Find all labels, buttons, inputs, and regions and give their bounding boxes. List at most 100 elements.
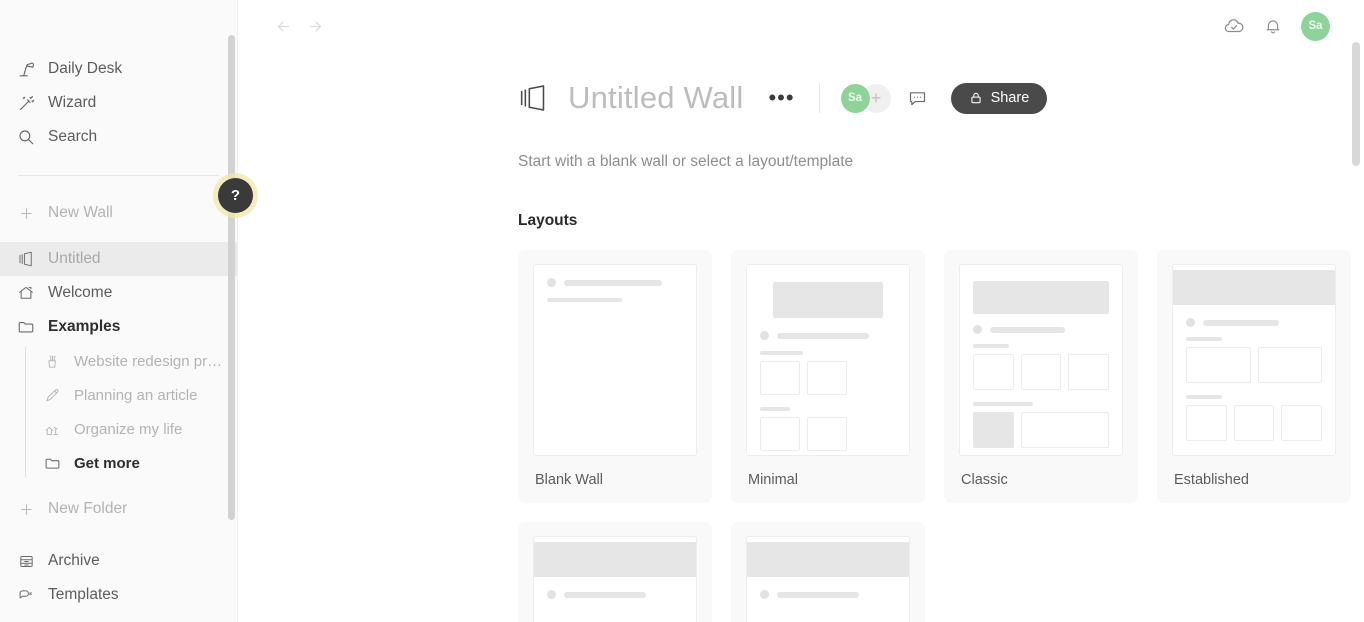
sidebar-item-planning-article[interactable]: Planning an article xyxy=(25,378,237,412)
sidebar-item-welcome[interactable]: Welcome xyxy=(0,276,237,310)
comment-icon[interactable] xyxy=(907,88,928,109)
placeholder-subline xyxy=(973,402,1033,406)
placeholder-subline xyxy=(547,298,622,302)
sidebar-item-wizard[interactable]: Wizard xyxy=(0,86,237,120)
layouts-grid: Blank Wall Minimal Classic Established xyxy=(238,250,1364,622)
layout-card-partial-b[interactable] xyxy=(731,522,925,622)
sidebar-item-new-wall[interactable]: New Wall xyxy=(0,196,237,230)
placeholder-dot xyxy=(973,325,982,334)
layout-card-classic[interactable]: Classic xyxy=(944,250,1138,503)
share-button[interactable]: Share xyxy=(950,82,1048,114)
page-title[interactable]: Untitled Wall xyxy=(568,80,743,116)
placeholder-banner xyxy=(773,282,883,318)
layout-thumbnail xyxy=(959,264,1123,456)
topbar: Sa xyxy=(238,0,1364,52)
sidebar-item-new-folder[interactable]: New Folder xyxy=(0,492,237,526)
placeholder-box-row xyxy=(973,354,1110,390)
thumbnail-body xyxy=(747,577,909,599)
folder-icon xyxy=(16,317,36,337)
placeholder-heading-row xyxy=(547,590,683,599)
placeholder-line xyxy=(564,591,646,598)
page-scrollbar-thumb[interactable] xyxy=(1352,42,1360,166)
magic-wand-icon xyxy=(16,93,36,113)
layout-card-label: Blank Wall xyxy=(535,472,603,488)
placeholder-box-row xyxy=(973,412,1109,448)
layout-card-minimal[interactable]: Minimal xyxy=(731,250,925,503)
house-icon xyxy=(16,283,36,303)
placeholder-dot xyxy=(547,278,556,287)
share-button-label: Share xyxy=(990,90,1030,106)
sidebar-folder-examples[interactable]: Examples xyxy=(0,310,237,344)
sidebar-item-untitled[interactable]: Untitled xyxy=(0,242,237,276)
bell-icon[interactable] xyxy=(1263,16,1283,36)
archive-icon xyxy=(16,551,36,571)
placeholder-box-row xyxy=(1186,405,1323,441)
sidebar-item-organize-my-life[interactable]: Organize my life xyxy=(25,412,237,446)
thumbnail-body xyxy=(1173,305,1335,441)
desk-lamp-icon xyxy=(16,59,36,79)
sidebar-item-search[interactable]: Search xyxy=(0,120,237,154)
placeholder-box xyxy=(1020,412,1109,448)
lock-icon xyxy=(969,91,983,105)
sidebar-item-website-redesign[interactable]: Website redesign proj... xyxy=(25,344,237,378)
placeholder-box xyxy=(1186,405,1227,441)
placeholder-dot xyxy=(760,590,769,599)
layout-card-partial-a[interactable] xyxy=(518,522,712,622)
placeholder-box xyxy=(1257,347,1322,383)
placeholder-line xyxy=(1203,319,1279,326)
placeholder-banner xyxy=(1173,270,1335,305)
help-button[interactable]: ? xyxy=(218,178,253,213)
sidebar-item-daily-desk[interactable]: Daily Desk xyxy=(0,52,237,86)
arrow-right-icon[interactable] xyxy=(306,17,324,35)
folder-icon xyxy=(42,453,62,473)
sidebar-item-label: Search xyxy=(48,128,98,145)
layout-card-label: Classic xyxy=(961,472,1008,488)
placeholder-subline xyxy=(1186,395,1222,399)
layout-thumbnail xyxy=(746,264,910,456)
sidebar-item-archive[interactable]: Archive xyxy=(0,544,237,578)
topbar-actions: Sa xyxy=(1223,11,1330,41)
placeholder-box-filled xyxy=(973,412,1014,448)
placeholder-box xyxy=(1281,405,1323,441)
arrow-left-icon[interactable] xyxy=(274,17,292,35)
avatar[interactable]: Sa xyxy=(840,83,870,113)
collaborators: Sa + xyxy=(840,83,891,113)
app-root: Daily Desk Wizard Search New Wall Untitl… xyxy=(0,0,1364,622)
layout-thumbnail xyxy=(533,536,697,622)
sidebar-item-label: Planning an article xyxy=(74,386,198,404)
placeholder-line xyxy=(777,591,859,598)
placeholder-heading-row xyxy=(760,331,896,340)
search-icon xyxy=(16,127,36,147)
cloud-check-icon[interactable] xyxy=(1223,15,1245,37)
layout-card-blank-wall[interactable]: Blank Wall xyxy=(518,250,712,503)
plus-icon xyxy=(16,499,36,519)
pencil-icon xyxy=(42,385,62,405)
plus-icon xyxy=(16,203,36,223)
avatar[interactable]: Sa xyxy=(1301,11,1330,41)
placeholder-dot xyxy=(760,331,769,340)
placeholder-subline xyxy=(973,344,1009,348)
sidebar-item-label: New Folder xyxy=(48,500,128,517)
layout-card-established[interactable]: Established xyxy=(1157,250,1351,503)
start-hint-text: Start with a blank wall or select a layo… xyxy=(518,153,854,170)
header-divider xyxy=(818,83,820,113)
placeholder-box-row xyxy=(1186,347,1322,383)
sidebar-folder-children: Website redesign proj... Planning an art… xyxy=(25,344,237,480)
placeholder-box-row xyxy=(760,417,896,451)
placeholder-box xyxy=(760,361,800,395)
templates-icon xyxy=(16,585,36,605)
layout-thumbnail xyxy=(746,536,910,622)
sidebar-item-get-more[interactable]: Get more xyxy=(25,446,237,480)
more-options-button[interactable]: ••• xyxy=(768,87,794,109)
sidebar-item-templates[interactable]: Templates xyxy=(0,578,237,612)
sidebar-scrollbar-thumb[interactable] xyxy=(228,35,235,520)
navigation-arrows xyxy=(274,17,324,35)
placeholder-subline xyxy=(760,351,803,355)
placeholder-subline xyxy=(760,407,790,411)
placeholder-heading-row xyxy=(1186,318,1322,327)
placeholder-banner xyxy=(973,281,1109,314)
placeholder-dot xyxy=(1186,318,1195,327)
